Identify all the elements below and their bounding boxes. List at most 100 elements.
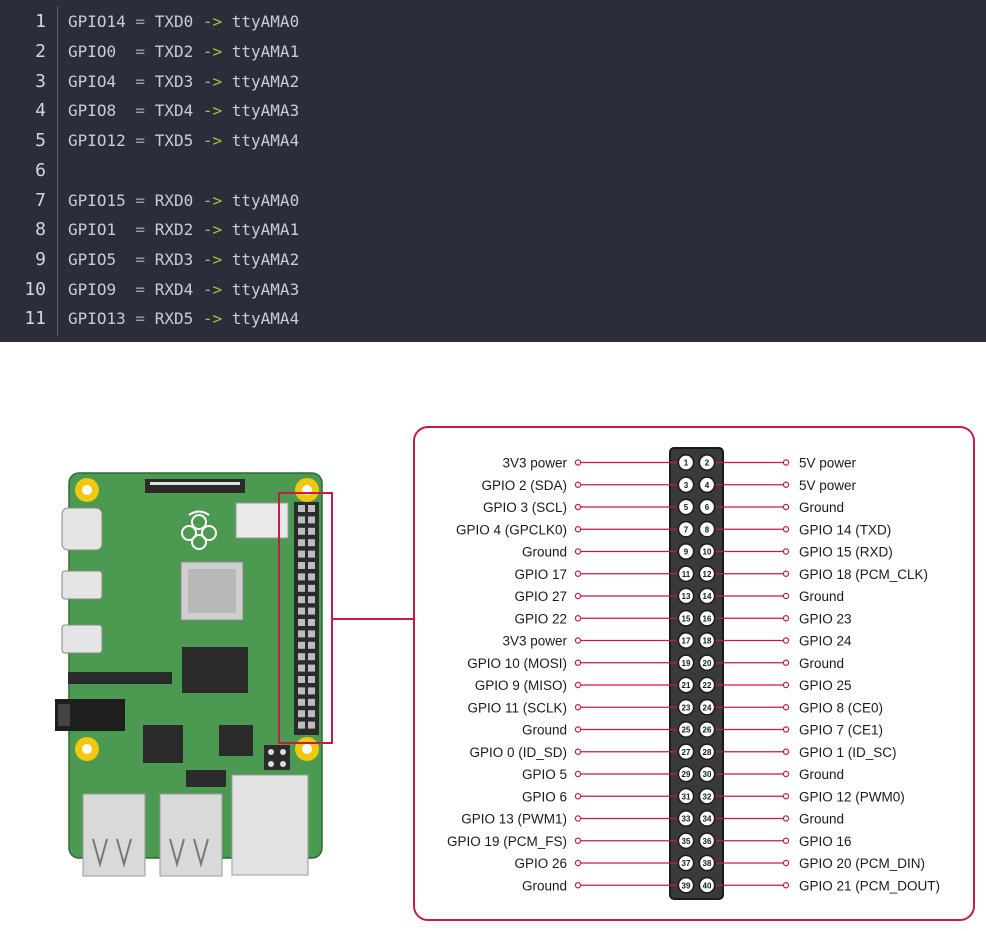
pmic-chip xyxy=(219,725,253,756)
connector-dot-icon xyxy=(574,459,582,466)
code-text: GPIO1 = RXD2 -> ttyAMA1 xyxy=(68,215,299,245)
pin-label-right: GPIO 18 (PCM_CLK) xyxy=(799,567,928,582)
connector-dot-icon xyxy=(574,859,582,867)
display-connector xyxy=(145,479,245,493)
line-number: 4 xyxy=(35,100,46,121)
board-pin xyxy=(308,698,315,706)
pin-number: 20 xyxy=(703,659,712,668)
pin-number: 31 xyxy=(682,792,691,801)
board-pin xyxy=(298,562,305,569)
pin-number: 19 xyxy=(682,659,691,668)
code-token-eq: = xyxy=(125,42,155,61)
board-pin xyxy=(298,687,305,695)
line-number: 10 xyxy=(24,279,46,300)
pin-label-right: GPIO 15 (RXD) xyxy=(799,545,893,560)
pin-number: 33 xyxy=(682,815,691,824)
board-pin xyxy=(308,664,315,672)
connector-dot-icon xyxy=(782,882,790,889)
connector-dot-icon xyxy=(574,615,582,622)
connector-dot-icon xyxy=(574,770,582,778)
code-line: 4 GPIO8 = TXD4 -> ttyAMA3 xyxy=(0,96,986,126)
pin-number: 13 xyxy=(682,592,691,601)
line-number: 9 xyxy=(35,249,46,270)
connector-dot-icon xyxy=(782,815,790,822)
small-chip xyxy=(186,770,226,787)
board-pin xyxy=(298,664,305,672)
ram-chip xyxy=(182,647,248,693)
gpio-header-graphic xyxy=(669,447,724,900)
pin-label-left: GPIO 9 (MISO) xyxy=(475,678,567,693)
board-pin xyxy=(308,676,315,683)
micro-hdmi-port xyxy=(61,570,103,600)
code-token-eq: = xyxy=(125,101,155,120)
code-token-arrow: -> xyxy=(193,250,232,269)
line-number: 6 xyxy=(35,160,46,181)
pin-number: 2 xyxy=(705,459,710,468)
code-token-tty: ttyAMA0 xyxy=(231,191,300,210)
gpio-pinout-diagram: 3V3 power 1 2 5V power GPIO 2 (SDA) 3 4 5V powe… xyxy=(0,342,986,927)
board-pin xyxy=(308,516,315,524)
code-block: 1 GPIO14 = TXD0 -> ttyAMA0 2 GPIO0 = TXD2 -… xyxy=(0,0,986,342)
code-text: GPIO12 = TXD5 -> ttyAMA4 xyxy=(68,126,299,156)
pin-number: 36 xyxy=(703,837,712,846)
board-pin xyxy=(308,550,315,558)
code-line: 3 GPIO4 = TXD3 -> ttyAMA2 xyxy=(0,67,986,97)
board-pin xyxy=(308,584,315,592)
code-token-tty: ttyAMA1 xyxy=(231,220,300,239)
pin-label-right: Ground xyxy=(799,812,844,827)
code-token-sig: RXD3 xyxy=(154,250,194,269)
code-token-tty: ttyAMA0 xyxy=(231,12,300,31)
connector-dot-icon xyxy=(782,837,790,844)
code-token-arrow: -> xyxy=(193,191,232,210)
code-token-sig: TXD4 xyxy=(154,101,194,120)
code-text: GPIO0 = TXD2 -> ttyAMA1 xyxy=(68,37,299,67)
micro-hdmi-port xyxy=(61,624,103,654)
connector-dot-icon xyxy=(574,882,582,889)
pin-number: 15 xyxy=(682,614,691,623)
board-pin xyxy=(308,710,315,718)
pin-label-right: GPIO 12 (PWM0) xyxy=(799,789,905,804)
pin-label-right: GPIO 20 (PCM_DIN) xyxy=(799,856,925,871)
usb-port-icon xyxy=(159,793,223,877)
board-pin xyxy=(308,527,315,535)
connector-dot-icon xyxy=(574,681,582,689)
board-pin xyxy=(298,710,305,718)
connector-dot-icon xyxy=(574,704,582,711)
pin-number: 22 xyxy=(703,681,712,690)
connector-dot-icon xyxy=(574,503,582,511)
code-token-sig: TXD0 xyxy=(154,12,194,31)
pin-label-left: GPIO 3 (SCL) xyxy=(483,500,567,515)
ethernet-port xyxy=(231,774,309,876)
pin-label-left: GPIO 17 xyxy=(514,567,567,582)
pin-number: 11 xyxy=(682,570,691,579)
line-number: 8 xyxy=(35,219,46,240)
code-token-sig: RXD4 xyxy=(154,280,194,299)
connector-dot-icon xyxy=(782,726,790,733)
code-token-eq: = xyxy=(125,131,155,150)
code-token-tty: ttyAMA3 xyxy=(231,101,300,120)
pin-label-left: Ground xyxy=(522,545,567,560)
pin-number: 32 xyxy=(703,792,712,801)
pin-number: 38 xyxy=(703,859,712,868)
pin-number: 6 xyxy=(705,503,710,512)
pin-label-left: Ground xyxy=(522,878,567,893)
board-pin xyxy=(298,721,305,729)
pin-label-left: GPIO 6 xyxy=(522,789,567,804)
pin-number: 28 xyxy=(703,748,712,757)
code-line: 11 GPIO13 = RXD5 -> ttyAMA4 xyxy=(0,304,986,334)
board-pin xyxy=(298,516,305,524)
pin-number: 21 xyxy=(682,681,691,690)
connector-dot-icon xyxy=(574,592,582,600)
pin-label-right: GPIO 23 xyxy=(799,611,852,626)
board-gpio-header xyxy=(294,502,319,735)
connector-dot-icon xyxy=(782,570,790,577)
board-pin xyxy=(298,596,305,604)
pin-label-left: GPIO 4 (GPCLK0) xyxy=(456,522,567,537)
code-token-eq: = xyxy=(125,220,155,239)
pin-number: 25 xyxy=(682,726,691,735)
code-line: 1 GPIO14 = TXD0 -> ttyAMA0 xyxy=(0,7,986,37)
board-pin xyxy=(298,539,305,547)
board-pin xyxy=(308,630,315,638)
code-token-arrow: -> xyxy=(193,12,232,31)
poe-header xyxy=(264,745,290,770)
